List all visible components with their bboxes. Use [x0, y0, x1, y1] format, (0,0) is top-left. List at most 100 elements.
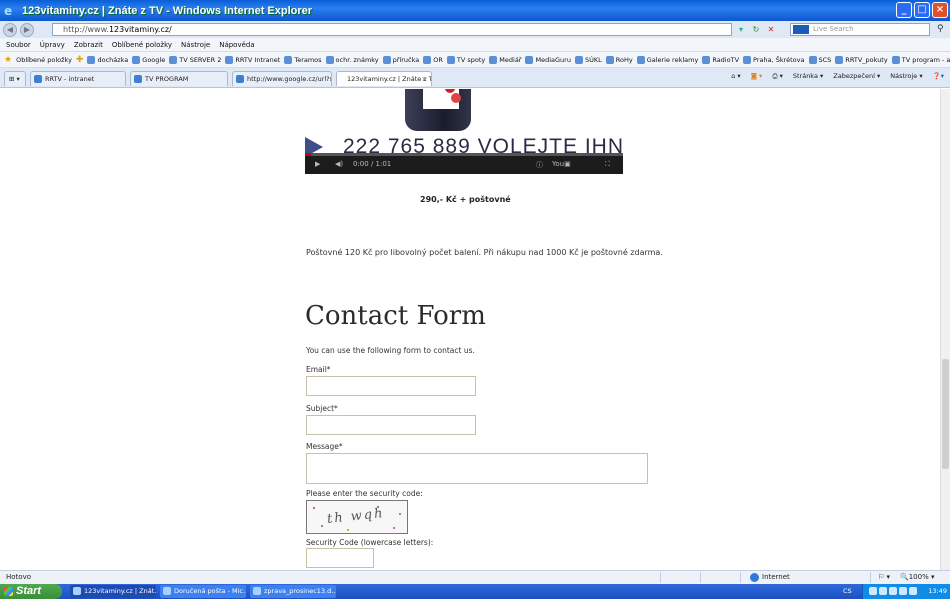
tab-google[interactable]: http://www.google.cz/url?sa...	[232, 71, 332, 86]
favorite-link-icon	[225, 55, 234, 64]
compatibility-icon[interactable]: ▾	[735, 24, 747, 35]
menu-item-file[interactable]: Soubor	[6, 41, 31, 49]
feeds-icon[interactable]: ◙ ▾	[751, 72, 763, 81]
favorite-link[interactable]: Teramos	[284, 55, 322, 64]
menu-item-favorites[interactable]: Oblíbené položky	[112, 41, 172, 49]
quick-tabs-button[interactable]: ⊞ ▾	[4, 71, 26, 86]
command-bar: ⌂ ▾ ◙ ▾ ⎙ ▾ Stránka ▾ Zabezpečení ▾ Nást…	[731, 72, 944, 81]
stop-icon[interactable]: ✕	[765, 24, 777, 35]
favorite-link[interactable]: příručka	[382, 55, 419, 64]
favorite-link-icon	[636, 55, 645, 64]
menu-bar: Soubor Úpravy Zobrazit Oblíbené položky …	[0, 38, 950, 52]
language-indicator[interactable]: CS	[843, 584, 852, 599]
favorite-link[interactable]: Galerie reklamy	[636, 55, 698, 64]
favorite-link[interactable]: ochr. známky	[325, 55, 379, 64]
taskbar-item-word[interactable]: zprava_prosinec13.d...	[250, 585, 336, 598]
clock: 13:49	[928, 587, 947, 595]
favorite-link[interactable]: SÚKL	[574, 55, 602, 64]
address-bar[interactable]: http://www.123vitaminy.cz/	[52, 23, 732, 36]
favorite-link-label: docházka	[97, 55, 129, 64]
refresh-icon[interactable]: ↻	[750, 24, 762, 35]
volume-icon[interactable]: ◀)	[335, 160, 343, 168]
status-divider	[870, 572, 871, 583]
back-button[interactable]: ◀	[3, 22, 17, 37]
tray-icon[interactable]	[869, 587, 877, 595]
favorites-label[interactable]: Oblíbené položky	[16, 56, 72, 64]
globe-icon	[750, 573, 759, 582]
scrollbar-thumb[interactable]	[942, 359, 949, 469]
favorite-link[interactable]: docházka	[87, 55, 129, 64]
tools-menu[interactable]: Nástroje ▾	[890, 72, 922, 81]
zoom-value: 100%	[908, 573, 929, 581]
address-tools: ▾ ↻ ✕	[735, 24, 777, 35]
taskbar-item-ie[interactable]: 123vitaminy.cz | Znát...	[70, 585, 156, 598]
favorite-link[interactable]: RadioTV	[702, 55, 739, 64]
favorite-link-icon	[382, 55, 391, 64]
subject-label: Subject*	[306, 404, 338, 413]
subject-field[interactable]	[306, 415, 476, 435]
favorite-link[interactable]: SCS	[808, 55, 831, 64]
start-button[interactable]: Start	[0, 584, 62, 599]
menu-item-edit[interactable]: Úpravy	[40, 41, 65, 49]
security-code-field[interactable]	[306, 548, 374, 568]
youtube-logo-icon[interactable]: You▣	[552, 160, 571, 168]
tab-123vitaminy[interactable]: 123vitaminy.cz | Znáte z TV ×	[336, 71, 432, 86]
tray-icon[interactable]	[879, 587, 887, 595]
favorite-link[interactable]: Praha, Škrétova	[743, 55, 805, 64]
menu-item-help[interactable]: Nápověda	[219, 41, 254, 49]
video-progress-bar[interactable]	[305, 153, 623, 156]
security-code-label: Security Code (lowercase letters):	[306, 538, 434, 547]
fullscreen-icon[interactable]: ⛶	[605, 160, 610, 169]
close-button[interactable]: ×	[932, 2, 948, 18]
tab-rrtv-intranet[interactable]: RRTV - intranet	[30, 71, 126, 86]
zoom-level[interactable]: 🔍100% ▾	[900, 571, 934, 584]
message-field[interactable]	[306, 453, 648, 484]
page-scrollbar[interactable]	[940, 89, 950, 570]
close-tab-icon[interactable]: ×	[422, 72, 427, 86]
address-domain: 123vitaminy.cz/	[108, 25, 172, 34]
search-go-icon[interactable]: ⚲	[937, 24, 944, 34]
help-icon[interactable]: ❓▾	[933, 72, 944, 81]
favorite-link[interactable]: OR	[423, 55, 443, 64]
favorite-link-label: RRTV Intranet	[235, 55, 281, 64]
favorites-star-icon[interactable]: ★	[4, 55, 12, 65]
safety-menu[interactable]: Zabezpečení ▾	[833, 72, 880, 81]
taskbar-item-outlook[interactable]: Doručená pošta - Mic...	[160, 585, 246, 598]
video-player[interactable]: 222 765 889 VOLEJTE IHNED! ▶ ◀) 0:00 / 1…	[305, 89, 623, 174]
menu-item-view[interactable]: Zobrazit	[74, 41, 103, 49]
tab-page-icon	[34, 75, 42, 83]
message-label: Message*	[306, 442, 343, 451]
favorite-link-label: ochr. známky	[335, 55, 379, 64]
tab-tv-program[interactable]: TV PROGRAM	[130, 71, 228, 86]
favorite-link[interactable]: RRTV Intranet	[225, 55, 281, 64]
search-input[interactable]: Live Search	[790, 23, 930, 36]
protected-mode-icon[interactable]: ⚐ ▾	[878, 571, 890, 584]
tray-icon[interactable]	[889, 587, 897, 595]
menu-item-tools[interactable]: Nástroje	[181, 41, 210, 49]
minimize-button[interactable]: _	[896, 2, 912, 18]
favorite-link[interactable]: TV program - archiv	[891, 55, 950, 64]
play-button[interactable]: ▶	[315, 160, 320, 168]
favorite-link[interactable]: Mediář	[489, 55, 521, 64]
info-icon[interactable]: ⓘ	[536, 160, 543, 170]
email-field[interactable]	[306, 376, 476, 396]
add-favorite-icon[interactable]: ✚	[76, 55, 84, 65]
favorite-link[interactable]: TV spoty	[446, 55, 486, 64]
favorite-link-icon	[835, 55, 844, 64]
taskbar-item-label: Doručená pošta - Mic...	[174, 587, 246, 595]
security-zone[interactable]: Internet	[750, 571, 790, 584]
home-icon[interactable]: ⌂ ▾	[731, 72, 740, 81]
favorite-link-label: TV spoty	[456, 55, 486, 64]
tray-icon[interactable]	[899, 587, 907, 595]
maximize-button[interactable]: □	[914, 2, 930, 18]
favorite-link[interactable]: RoHy	[605, 55, 633, 64]
tray-icon[interactable]	[909, 587, 917, 595]
favorite-link[interactable]: Google	[132, 55, 165, 64]
print-icon[interactable]: ⎙ ▾	[772, 72, 783, 81]
favorite-link[interactable]: MediaGuru	[525, 55, 571, 64]
captcha-prompt: Please enter the security code:	[306, 489, 423, 498]
page-menu[interactable]: Stránka ▾	[793, 72, 823, 81]
favorite-link[interactable]: TV SERVER 2	[169, 55, 221, 64]
forward-button[interactable]: ▶	[20, 22, 34, 37]
favorite-link[interactable]: RRTV_pokuty	[835, 55, 888, 64]
